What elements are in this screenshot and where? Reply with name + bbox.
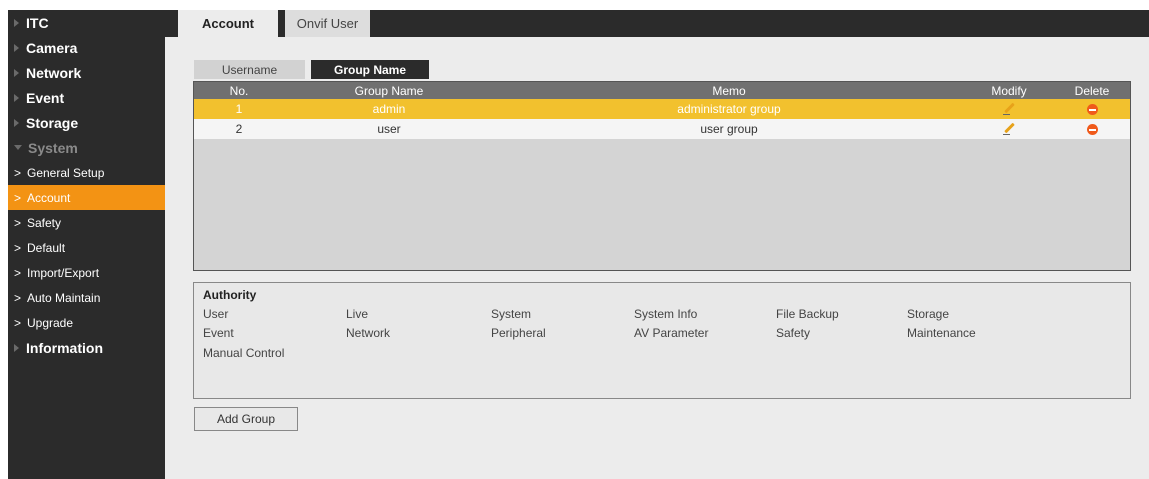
sidebar-item-account[interactable]: > Account [8,185,165,210]
expand-triangle-icon [14,43,19,52]
sidebar-item-safety[interactable]: > Safety [8,210,165,235]
chevron-right-icon: > [14,190,22,205]
row-no: 2 [235,122,243,136]
permission-item: File Backup [776,307,839,321]
permission-item: Event [203,326,234,340]
authority-panel: Authority User Live System System Info F… [193,282,1131,399]
sidebar-item-upgrade[interactable]: > Upgrade [8,310,165,335]
sidebar-item-label: Information [26,339,103,356]
chevron-right-icon: > [14,165,22,180]
sidebar-item-general-setup[interactable]: > General Setup [8,160,165,185]
sidebar-item-import-export[interactable]: > Import/Export [8,260,165,285]
sidebar: ITC Camera Network Event Storage System … [8,10,165,479]
expand-triangle-icon [14,93,19,102]
chevron-right-icon: > [14,215,22,230]
sidebar-item-label: Storage [26,114,79,131]
delete-minus-icon [1086,123,1098,135]
sidebar-item-network[interactable]: Network [8,60,165,85]
permission-item: Storage [907,307,950,321]
table-header: No. Group Name Memo Modify Delete [194,82,1130,99]
expand-triangle-icon [14,68,19,77]
sidebar-item-label: Upgrade [27,315,74,330]
sidebar-item-storage[interactable]: Storage [8,110,165,135]
table-row[interactable]: 1 admin administrator group [194,99,1130,119]
chevron-right-icon: > [14,240,22,255]
add-group-button[interactable]: Add Group [194,407,298,431]
sidebar-item-event[interactable]: Event [8,85,165,110]
permission-item: AV Parameter [634,326,709,340]
delete-button[interactable] [1054,119,1130,139]
sidebar-item-label: Camera [26,39,78,56]
sidebar-item-label: Event [26,89,65,106]
chevron-right-icon: > [14,315,22,330]
tab-bar: Account Onvif User [165,10,1149,37]
permission-item: Manual Control [203,346,285,360]
delete-button[interactable] [1054,99,1130,119]
sidebar-item-label: Auto Maintain [27,290,101,305]
row-no: 1 [235,102,243,116]
sidebar-item-label: System [28,139,78,156]
header-memo: Memo [712,83,746,98]
pencil-icon [1002,122,1016,136]
permission-item: System [491,307,532,321]
sidebar-item-camera[interactable]: Camera [8,35,165,60]
header-delete: Delete [1074,83,1110,98]
chevron-right-icon: > [14,290,22,305]
sidebar-item-label: Default [27,240,66,255]
sidebar-item-information[interactable]: Information [8,335,165,360]
row-group-name: user [377,122,401,136]
delete-minus-icon [1086,103,1098,115]
subtab-username[interactable]: Username [194,60,305,79]
row-memo: user group [700,122,758,136]
modify-button[interactable] [964,119,1054,139]
sidebar-item-itc[interactable]: ITC [8,10,165,35]
modify-button[interactable] [964,99,1054,119]
sidebar-item-label: Import/Export [27,265,100,280]
sidebar-item-label: General Setup [27,165,105,180]
collapse-triangle-icon [14,145,22,150]
sidebar-item-auto-maintain[interactable]: > Auto Maintain [8,285,165,310]
permission-item: Live [346,307,369,321]
expand-triangle-icon [14,18,19,27]
permission-item: User [203,307,229,321]
subtab-group-name[interactable]: Group Name [311,60,429,79]
sidebar-item-system[interactable]: System [8,135,165,160]
pencil-icon [1002,102,1016,116]
row-memo: administrator group [677,102,781,116]
table-row[interactable]: 2 user user group [194,119,1130,139]
expand-triangle-icon [14,118,19,127]
sidebar-item-label: ITC [26,14,49,31]
sidebar-item-label: Network [26,64,82,81]
header-no: No. [229,83,249,98]
chevron-right-icon: > [14,265,22,280]
permission-item: Safety [776,326,811,340]
permission-item: Maintenance [907,326,976,340]
header-modify: Modify [991,83,1027,98]
authority-title: Authority [203,288,257,302]
main-content: Account Onvif User Username Group Name N… [165,10,1149,479]
sidebar-item-label: Account [27,190,71,205]
sidebar-item-label: Safety [27,215,62,230]
group-table: No. Group Name Memo Modify Delete 1 admi… [193,81,1131,271]
header-group-name: Group Name [354,83,424,98]
permission-item: Network [346,326,391,340]
permission-item: Peripheral [491,326,546,340]
tab-account[interactable]: Account [178,10,278,37]
permission-item: System Info [634,307,698,321]
expand-triangle-icon [14,343,19,352]
tab-onvif-user[interactable]: Onvif User [285,10,370,37]
sidebar-item-default[interactable]: > Default [8,235,165,260]
row-group-name: admin [372,102,406,116]
